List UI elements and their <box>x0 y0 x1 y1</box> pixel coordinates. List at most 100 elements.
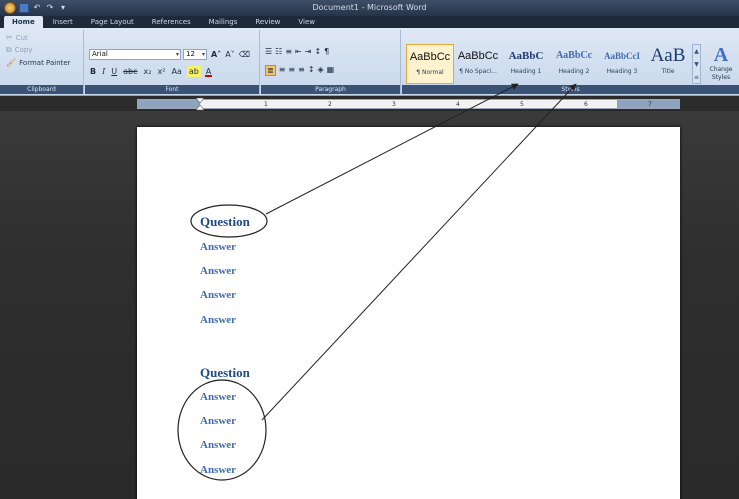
grow-font-button[interactable]: A˄ <box>210 49 222 60</box>
horizontal-ruler[interactable]: 1 2 3 4 5 6 7 <box>137 98 680 111</box>
borders-button[interactable]: ▦ <box>327 65 335 76</box>
paragraph-group: ☰ ☷ ≡ ⇤ ⇥ ↕ ¶ ≣ ≡ ≡ ≡ ↕ ◈ ▦ Paragraph <box>261 30 401 94</box>
ruler-number: 1 <box>264 101 268 108</box>
shrink-font-button[interactable]: A˅ <box>224 49 235 60</box>
underline-button[interactable]: U <box>110 66 118 77</box>
ribbon: ✂ Cut ⧉ Copy 🖌 Format Painter Clipboard … <box>0 28 739 96</box>
style-heading-1-name: Heading 1 <box>510 68 542 75</box>
change-styles-label: Change Styles <box>709 66 733 81</box>
paragraph-row-1: ☰ ☷ ≡ ⇤ ⇥ ↕ ¶ <box>265 47 329 56</box>
highlight-button[interactable]: ab <box>186 66 201 77</box>
answer-paragraph[interactable]: Answer <box>200 439 236 451</box>
ruler-number: 6 <box>584 101 588 108</box>
superscript-button[interactable]: x² <box>156 66 166 77</box>
numbering-button[interactable]: ☷ <box>275 47 282 56</box>
answer-paragraph[interactable]: Answer <box>200 314 236 326</box>
more-icon[interactable]: ≡ <box>693 71 700 84</box>
align-left-button[interactable]: ≣ <box>265 65 276 76</box>
format-painter-label: Format Painter <box>19 58 71 67</box>
align-center-button[interactable]: ≡ <box>279 65 286 76</box>
answer-paragraph[interactable]: Answer <box>200 391 236 403</box>
change-styles-icon: A <box>713 44 729 66</box>
format-painter-button[interactable]: 🖌 Format Painter <box>6 58 71 67</box>
italic-button[interactable]: I <box>101 66 106 77</box>
tab-home[interactable]: Home <box>4 16 43 28</box>
chevron-down-icon[interactable]: ▾ <box>176 50 179 59</box>
copy-icon: ⧉ <box>6 45 12 54</box>
styles-group-label: Styles <box>402 85 739 94</box>
answer-paragraph[interactable]: Answer <box>200 289 236 301</box>
cut-button[interactable]: ✂ Cut <box>6 33 28 42</box>
style-heading-1[interactable]: AaBbC Heading 1 <box>502 44 550 84</box>
chevron-up-icon[interactable]: ▲ <box>693 45 700 58</box>
question-heading[interactable]: Question <box>200 214 250 230</box>
font-color-button[interactable]: A <box>204 66 213 77</box>
shading-button[interactable]: ◈ <box>318 65 324 76</box>
font-style-buttons: B I U abc x₂ x² Aa ab A <box>89 66 213 77</box>
tab-references[interactable]: References <box>144 16 199 28</box>
justify-button[interactable]: ≡ <box>298 65 305 76</box>
ruler-number: 4 <box>456 101 460 108</box>
answer-paragraph[interactable]: Answer <box>200 464 236 476</box>
ruler-number: 5 <box>520 101 524 108</box>
style-heading-1-sample: AaBbC <box>508 50 544 62</box>
window-title: Document1 - Microsoft Word <box>312 3 427 12</box>
style-title-sample: AaB <box>650 45 686 66</box>
style-normal-sample: AaBbCc <box>409 51 451 63</box>
styles-gallery-scrollbar[interactable]: ▲ ▼ ≡ <box>692 44 701 84</box>
bullets-button[interactable]: ☰ <box>265 47 272 56</box>
clipboard-group-label: Clipboard <box>0 85 83 94</box>
ruler-left-margin <box>138 100 200 108</box>
style-no-spacing-sample: AaBbCc <box>457 50 499 62</box>
indent-marker-icon[interactable] <box>196 98 204 111</box>
style-heading-2[interactable]: AaBbCc Heading 2 <box>550 44 598 84</box>
change-case-button[interactable]: Aa <box>170 66 182 77</box>
bold-button[interactable]: B <box>89 66 97 77</box>
tab-page-layout[interactable]: Page Layout <box>83 16 142 28</box>
copy-label: Copy <box>14 46 33 54</box>
style-normal[interactable]: AaBbCc ¶ Normal <box>406 44 454 84</box>
answer-paragraph[interactable]: Answer <box>200 241 236 253</box>
tab-mailings[interactable]: Mailings <box>201 16 246 28</box>
increase-indent-button[interactable]: ⇥ <box>305 47 312 56</box>
font-name-box[interactable]: Arial ▾ <box>89 49 181 60</box>
tab-view[interactable]: View <box>290 16 323 28</box>
strikethrough-button[interactable]: abc <box>122 66 138 77</box>
title-bar: ↶ ↷ ▾ Document1 - Microsoft Word <box>0 0 739 16</box>
answer-paragraph[interactable]: Answer <box>200 415 236 427</box>
paragraph-group-label: Paragraph <box>261 85 400 94</box>
ruler-number: 3 <box>392 101 396 108</box>
tab-insert[interactable]: Insert <box>45 16 81 28</box>
style-title[interactable]: AaB Title <box>644 44 692 84</box>
answer-paragraph[interactable]: Answer <box>200 265 236 277</box>
subscript-button[interactable]: x₂ <box>143 66 153 77</box>
style-no-spacing[interactable]: AaBbCc ¶ No Spaci... <box>454 44 502 84</box>
ruler-number: 2 <box>328 101 332 108</box>
tab-review[interactable]: Review <box>247 16 288 28</box>
question-heading[interactable]: Question <box>200 365 250 381</box>
ruler-number: 7 <box>648 101 652 108</box>
paragraph-row-2: ≣ ≡ ≡ ≡ ↕ ◈ ▦ <box>265 65 334 76</box>
chevron-down-icon[interactable]: ▼ <box>693 58 700 71</box>
clear-formatting-button[interactable]: ⌫ <box>238 49 251 60</box>
line-spacing-button[interactable]: ↕ <box>308 65 315 76</box>
change-styles-button[interactable]: A Change Styles <box>704 44 738 82</box>
copy-button[interactable]: ⧉ Copy <box>6 45 32 55</box>
style-heading-2-name: Heading 2 <box>558 68 590 75</box>
sort-button[interactable]: ↕ <box>314 47 321 56</box>
decrease-indent-button[interactable]: ⇤ <box>295 47 302 56</box>
style-heading-3[interactable]: AaBbCcI Heading 3 <box>598 44 646 84</box>
brush-icon: 🖌 <box>6 58 17 67</box>
font-size-box[interactable]: 12 ▾ <box>183 49 207 60</box>
ruler-area: 1 2 3 4 5 6 7 <box>0 97 739 111</box>
cut-label: Cut <box>15 33 28 42</box>
font-group: Arial ▾ 12 ▾ A˄ A˅ ⌫ B I U abc x₂ x² Aa … <box>85 30 260 94</box>
style-heading-2-sample: AaBbCc <box>555 50 593 61</box>
style-heading-3-name: Heading 3 <box>606 68 638 75</box>
multilevel-list-button[interactable]: ≡ <box>285 47 292 56</box>
chevron-down-icon[interactable]: ▾ <box>202 50 205 59</box>
style-heading-3-sample: AaBbCcI <box>603 51 640 61</box>
align-right-button[interactable]: ≡ <box>288 65 295 76</box>
show-marks-button[interactable]: ¶ <box>324 47 329 56</box>
style-normal-name: ¶ Normal <box>416 69 444 76</box>
